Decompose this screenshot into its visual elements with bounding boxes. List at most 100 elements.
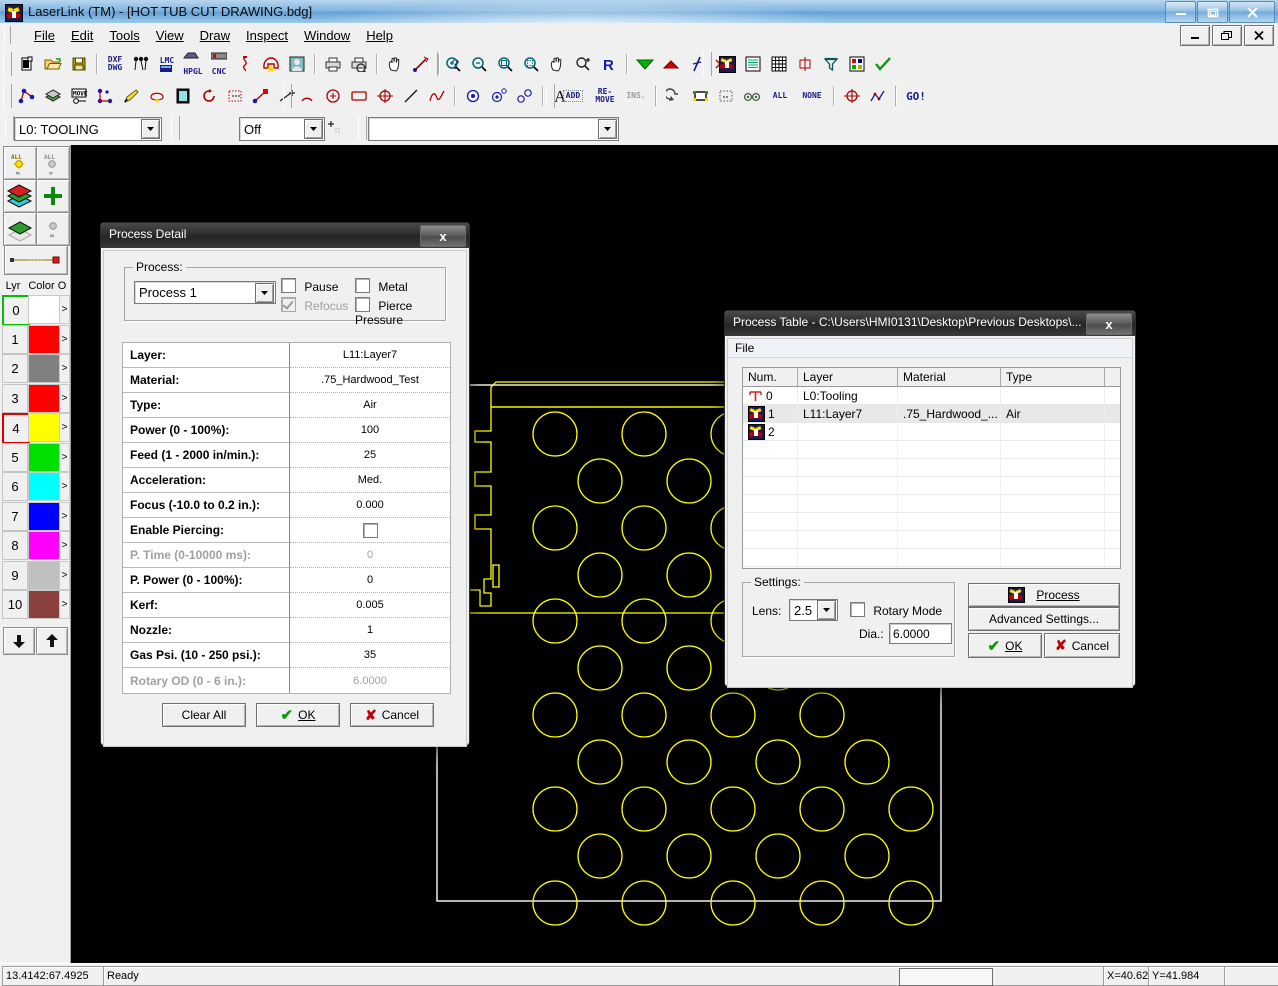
- pause-checkbox-box[interactable]: [281, 278, 296, 293]
- edit-pencil-icon[interactable]: [118, 83, 144, 109]
- menu-window[interactable]: Window: [296, 25, 358, 46]
- zoom-out-icon[interactable]: [466, 51, 492, 77]
- grid-view-icon[interactable]: [766, 51, 792, 77]
- layer-row-1[interactable]: 1 >: [2, 324, 70, 354]
- print-preview-icon[interactable]: [346, 51, 372, 77]
- polyline-icon[interactable]: [424, 83, 450, 109]
- process-list-empty-row[interactable]: [743, 477, 1120, 495]
- menu-tools[interactable]: Tools: [101, 25, 147, 46]
- layer-number-0[interactable]: 0: [2, 295, 30, 326]
- chevron-down-icon[interactable]: [598, 119, 617, 139]
- verify-check-icon[interactable]: [870, 51, 896, 77]
- layer-color-swatch-5[interactable]: [28, 442, 60, 472]
- process-list[interactable]: Num. Layer Material Type 0 L0:Tooling 1 L11…: [742, 367, 1121, 569]
- layer-number-1[interactable]: 1: [2, 324, 28, 354]
- layer-number-9[interactable]: 9: [2, 560, 28, 590]
- process-detail-value[interactable]: 100: [290, 418, 450, 443]
- save-file-icon[interactable]: [66, 51, 92, 77]
- process-detail-close-button[interactable]: x: [420, 225, 466, 247]
- layer-order-icon[interactable]: [40, 83, 66, 109]
- preview-image-icon[interactable]: [284, 51, 310, 77]
- layer-number-8[interactable]: 8: [2, 531, 28, 560]
- menubar-grip[interactable]: [4, 26, 11, 44]
- process-list-empty-row[interactable]: [743, 495, 1120, 513]
- layer-color-swatch-2[interactable]: [28, 354, 60, 383]
- copy-entity-icon[interactable]: [92, 83, 118, 109]
- target-origin-icon[interactable]: [839, 83, 865, 109]
- two-points-icon[interactable]: [512, 83, 538, 109]
- add-selection-icon[interactable]: ADD: [557, 83, 589, 109]
- layer-color-swatch-10[interactable]: [28, 590, 60, 619]
- print-icon[interactable]: [320, 51, 346, 77]
- zoom-previous-icon[interactable]: [570, 51, 596, 77]
- process-toolbar-grip[interactable]: [703, 52, 712, 76]
- crosshair-circle-icon[interactable]: [372, 83, 398, 109]
- process-detail-value[interactable]: Med.: [290, 468, 450, 493]
- process-table-close-button[interactable]: x: [1086, 313, 1132, 335]
- combo-toolbar-grip[interactable]: [5, 116, 14, 140]
- entity-toolbar-grip[interactable]: [358, 116, 367, 140]
- process-detail-value[interactable]: 0.005: [290, 593, 450, 618]
- layer-combo[interactable]: L0: TOOLING: [14, 117, 162, 141]
- chevron-down-icon[interactable]: [304, 119, 323, 139]
- layer-options-icon-10[interactable]: >: [59, 590, 70, 619]
- rectangle-icon[interactable]: [346, 83, 372, 109]
- cut-path-icon[interactable]: [232, 51, 258, 77]
- open-file-icon[interactable]: [40, 51, 66, 77]
- layer-options-icon-3[interactable]: >: [59, 383, 70, 413]
- tool-pins-icon[interactable]: [128, 51, 154, 77]
- chevron-down-icon[interactable]: [817, 600, 836, 620]
- path-chart-icon[interactable]: [865, 83, 891, 109]
- ok-button[interactable]: ✔ OK: [256, 703, 340, 727]
- process-detail-value[interactable]: 0: [290, 568, 450, 593]
- filter-icon[interactable]: [818, 51, 844, 77]
- layer-number-4[interactable]: 4: [2, 413, 30, 444]
- process-list-empty-row[interactable]: [743, 459, 1120, 477]
- process-detail-value[interactable]: 35: [290, 643, 450, 668]
- selection-toolbar-grip[interactable]: [546, 84, 555, 108]
- layer-row-5[interactable]: 5 >: [2, 442, 70, 472]
- circle-center-icon[interactable]: [320, 83, 346, 109]
- point-marker-icon[interactable]: [460, 83, 486, 109]
- pan-hand-icon[interactable]: [382, 51, 408, 77]
- layer-number-2[interactable]: 2: [2, 354, 28, 383]
- lmc-import-icon[interactable]: LMC: [154, 51, 180, 77]
- process-table-dialog[interactable]: Process Table - C:\Users\HMI0131\Desktop…: [724, 310, 1136, 688]
- menu-file[interactable]: File: [26, 25, 63, 46]
- zoom-in-icon[interactable]: [440, 51, 466, 77]
- process-detail-value[interactable]: [290, 518, 450, 543]
- process-detail-value[interactable]: 0.000: [290, 493, 450, 518]
- process-detail-value[interactable]: .75_Hardwood_Test: [290, 368, 450, 393]
- col-material[interactable]: Material: [898, 368, 1001, 386]
- layer-row-7[interactable]: 7 >: [2, 501, 70, 531]
- redraw-icon[interactable]: R: [596, 51, 622, 77]
- align-icon[interactable]: [792, 51, 818, 77]
- layers-all-on-icon[interactable]: ALL ∞: [3, 146, 37, 180]
- snap-grid-icon[interactable]: [327, 120, 343, 137]
- closed-shape-icon[interactable]: [144, 83, 170, 109]
- arc-icon[interactable]: [294, 83, 320, 109]
- process-detail-value[interactable]: 1: [290, 618, 450, 643]
- select-all-icon[interactable]: ALL: [765, 83, 795, 109]
- move-down-icon[interactable]: [3, 627, 35, 655]
- select-box-icon[interactable]: [687, 83, 713, 109]
- rotate-icon[interactable]: [196, 83, 222, 109]
- col-num[interactable]: Num.: [743, 368, 798, 386]
- process-table-ok-button[interactable]: ✔ OK: [968, 633, 1042, 658]
- dxf-dwg-import-icon[interactable]: DXF DWG: [102, 51, 128, 77]
- layer-row-4[interactable]: 4 >: [2, 413, 70, 444]
- list-view-icon[interactable]: [740, 51, 766, 77]
- undo-icon[interactable]: [661, 83, 687, 109]
- layers-stack-icon[interactable]: [3, 179, 37, 213]
- metal-checkbox[interactable]: Metal: [355, 278, 408, 294]
- select-none-icon[interactable]: NONE: [795, 83, 829, 109]
- nest-parts-icon[interactable]: [258, 51, 284, 77]
- menu-view[interactable]: View: [148, 25, 192, 46]
- start-point-icon[interactable]: [248, 83, 274, 109]
- mdi-restore-button[interactable]: [1212, 25, 1242, 46]
- process-button[interactable]: Process: [968, 583, 1120, 607]
- restore-button[interactable]: [1197, 1, 1228, 23]
- cancel-button[interactable]: ✘ Cancel: [350, 703, 434, 727]
- layer-options-icon-6[interactable]: >: [59, 472, 70, 501]
- layer-options-icon-0[interactable]: >: [59, 295, 70, 324]
